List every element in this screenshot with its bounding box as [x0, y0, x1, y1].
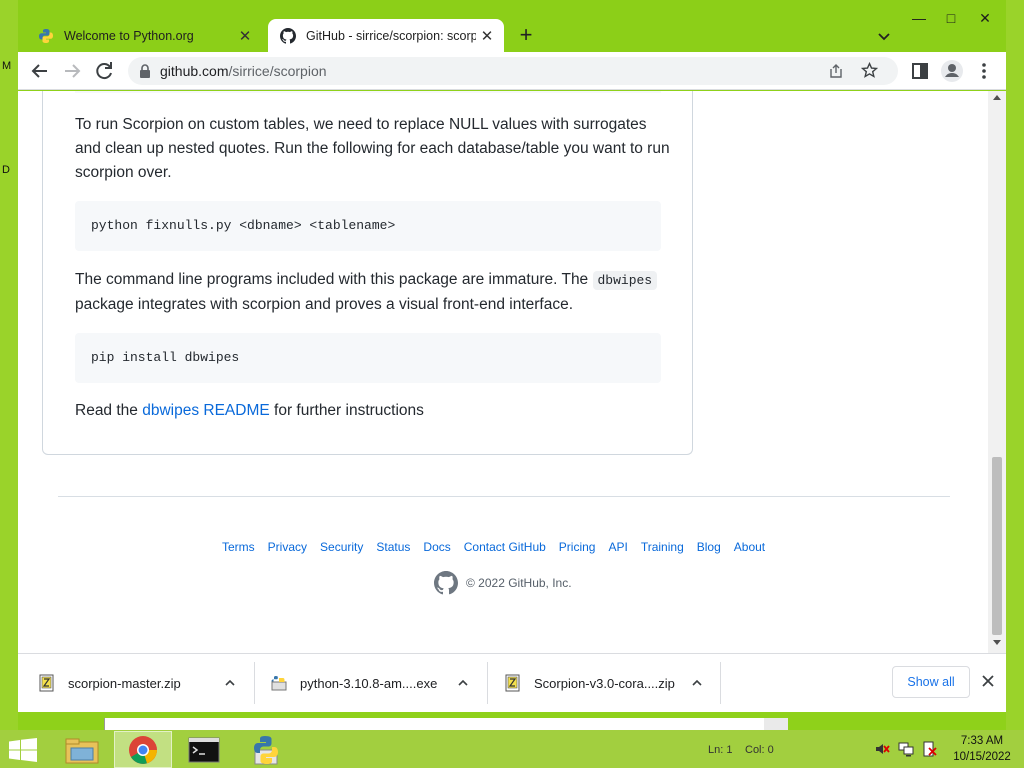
show-all-downloads-button[interactable]: Show all — [892, 666, 970, 698]
code-block: python fixnulls.py <dbname> <tablename> — [75, 201, 661, 251]
page-viewport: To run Scorpion on custom tables, we nee… — [18, 91, 988, 653]
copyright-text: © 2022 GitHub, Inc. — [466, 576, 572, 590]
download-filename: scorpion-master.zip — [68, 675, 181, 691]
action-center-alert-icon[interactable] — [922, 741, 938, 757]
tab-python-org[interactable]: Welcome to Python.org ✕ — [26, 19, 262, 52]
taskbar-file-explorer[interactable] — [54, 731, 112, 768]
clock-date: 10/15/2022 — [953, 751, 1011, 763]
tab-title: GitHub - sirrice/scorpion: scorpio — [306, 28, 476, 43]
star-icon[interactable] — [861, 62, 878, 79]
footer-link-blog[interactable]: Blog — [697, 540, 721, 554]
close-icon[interactable]: ✕ — [476, 27, 498, 45]
scroll-thumb[interactable] — [992, 457, 1002, 635]
chevron-up-icon[interactable] — [455, 675, 471, 691]
profile-avatar-icon[interactable] — [940, 59, 964, 83]
footer-link-terms[interactable]: Terms — [222, 540, 255, 554]
code-block: pip install dbwipes — [75, 333, 661, 383]
minimize-button[interactable]: — — [904, 10, 934, 32]
download-divider — [254, 662, 255, 704]
downloads-bar: scorpion-master.zip python-3.10.8-am....… — [18, 653, 1006, 712]
file-explorer-icon — [65, 738, 99, 764]
readme-paragraph: The command line programs included with … — [75, 268, 675, 317]
close-window-button[interactable]: ✕ — [970, 10, 1000, 32]
tab-github-scorpion[interactable]: GitHub - sirrice/scorpion: scorpio ✕ — [268, 19, 504, 52]
close-icon[interactable]: ✕ — [234, 27, 256, 45]
chevron-up-icon[interactable] — [222, 675, 238, 691]
footer-link-docs[interactable]: Docs — [423, 540, 450, 554]
side-panel-icon[interactable] — [908, 59, 932, 83]
desktop-icon-label: D — [2, 164, 10, 176]
dbwipes-readme-link[interactable]: dbwipes README — [142, 402, 270, 419]
python-icon — [254, 736, 278, 765]
zip-file-icon — [505, 674, 520, 692]
github-logo-icon[interactable] — [434, 571, 458, 595]
desktop-left-edge — [0, 0, 18, 730]
scroll-up-arrow[interactable] — [993, 95, 1001, 100]
clock-time: 7:33 AM — [960, 735, 1004, 747]
notepad-column-number: Col: 0 — [745, 744, 774, 756]
volume-muted-icon[interactable] — [874, 741, 890, 757]
notepad-scrollbar — [764, 718, 788, 730]
download-filename: Scorpion-v3.0-cora....zip — [534, 675, 675, 691]
footer-link-api[interactable]: API — [608, 540, 627, 554]
download-item[interactable]: Scorpion-v3.0-cora....zip — [504, 662, 719, 704]
notepad-line-number: Ln: 1 — [708, 744, 733, 756]
readme-paragraph: To run Scorpion on custom tables, we nee… — [75, 116, 670, 181]
page-scrollbar[interactable] — [988, 91, 1006, 653]
footer-link-pricing[interactable]: Pricing — [559, 540, 596, 554]
footer-link-about[interactable]: About — [734, 540, 765, 554]
share-icon[interactable] — [828, 63, 844, 79]
footer-divider — [58, 496, 950, 497]
footer-copyright: © 2022 GitHub, Inc. — [434, 571, 572, 595]
chrome-icon — [129, 736, 157, 764]
code-block-edge — [75, 91, 661, 93]
browser-toolbar: github.com/sirrice/scorpion — [18, 52, 1006, 90]
system-clock[interactable]: 7:33 AM 10/15/2022 — [948, 733, 1016, 765]
download-divider — [720, 662, 721, 704]
download-divider — [487, 662, 488, 704]
footer-link-status[interactable]: Status — [376, 540, 410, 554]
taskbar — [0, 730, 1024, 768]
footer-link-contact[interactable]: Contact GitHub — [464, 540, 546, 554]
download-filename: python-3.10.8-am....exe — [300, 675, 438, 691]
url-text: github.com/sirrice/scorpion — [160, 63, 327, 79]
back-arrow-icon[interactable] — [28, 59, 52, 83]
tab-title: Welcome to Python.org — [64, 28, 194, 43]
kebab-menu-icon[interactable] — [972, 59, 996, 83]
github-icon — [280, 27, 296, 44]
footer-link-security[interactable]: Security — [320, 540, 363, 554]
inline-code: dbwipes — [592, 271, 658, 290]
chevron-down-icon[interactable] — [874, 26, 894, 46]
title-bar: Welcome to Python.org ✕ GitHub - sirrice… — [18, 0, 1006, 52]
taskbar-python[interactable] — [238, 731, 296, 768]
download-item[interactable]: scorpion-master.zip — [38, 662, 253, 704]
lock-icon[interactable] — [138, 63, 152, 79]
taskbar-command-prompt[interactable] — [176, 731, 234, 768]
maximize-button[interactable]: □ — [936, 10, 966, 32]
desktop-icon-label: M — [2, 60, 12, 72]
scroll-down-arrow[interactable] — [993, 640, 1001, 645]
taskbar-chrome[interactable] — [114, 731, 172, 768]
windows-start-icon[interactable] — [8, 738, 38, 762]
desktop-right-edge — [1006, 0, 1024, 730]
footer-links: Terms Privacy Security Status Docs Conta… — [222, 540, 778, 554]
zip-file-icon — [39, 674, 54, 692]
new-tab-button[interactable]: + — [514, 24, 538, 48]
download-item[interactable]: python-3.10.8-am....exe — [270, 662, 485, 704]
close-icon[interactable] — [978, 671, 998, 691]
chevron-up-icon[interactable] — [689, 675, 705, 691]
forward-arrow-icon[interactable] — [60, 59, 84, 83]
python-installer-icon — [271, 676, 287, 691]
readme-paragraph: Read the dbwipes README for further inst… — [75, 402, 424, 419]
background-notepad-window — [104, 718, 788, 730]
command-prompt-icon — [188, 737, 220, 763]
footer-link-privacy[interactable]: Privacy — [268, 540, 307, 554]
reload-icon[interactable] — [92, 59, 116, 83]
python-icon — [39, 28, 53, 43]
network-icon[interactable] — [898, 741, 914, 757]
address-bar[interactable]: github.com/sirrice/scorpion — [128, 57, 898, 85]
footer-link-training[interactable]: Training — [641, 540, 684, 554]
